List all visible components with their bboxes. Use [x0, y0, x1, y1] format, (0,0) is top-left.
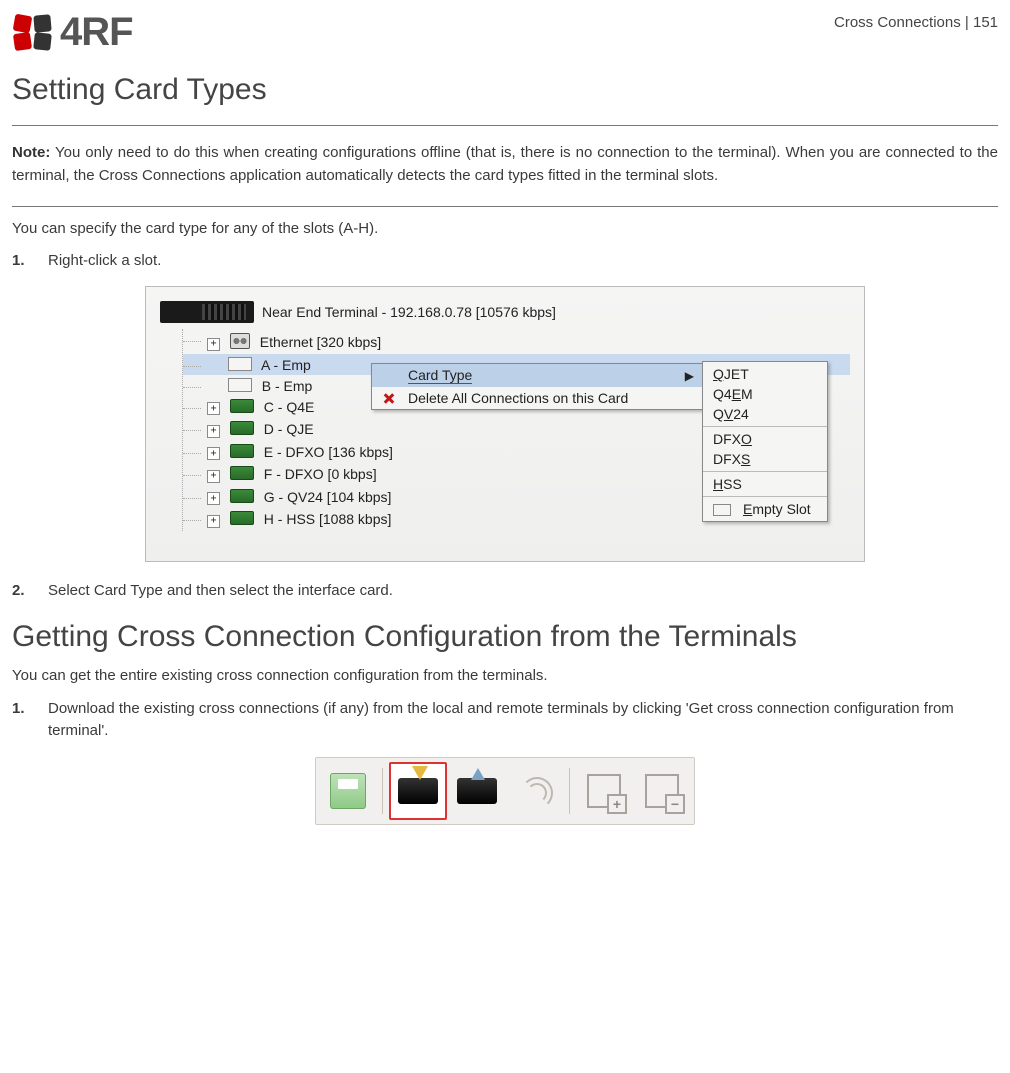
section2-step-1: 1. Download the existing cross connectio… — [12, 698, 998, 743]
submenu-label: Q4EM — [713, 386, 753, 402]
submenu-item-empty-slot[interactable]: Empty Slot — [703, 499, 827, 519]
brand-logo: 4RF — [12, 10, 133, 55]
submenu-label: QJET — [713, 366, 749, 382]
context-menu: Card Type ▶ Delete All Connections on th… — [371, 363, 703, 410]
section2-intro: You can get the entire existing cross co… — [12, 664, 998, 687]
step-number: 1. — [12, 698, 34, 743]
expand-icon[interactable]: + — [207, 515, 220, 528]
card-icon — [230, 511, 254, 525]
node-label: A - Emp — [261, 357, 311, 373]
toolbar-save-button[interactable] — [320, 763, 376, 819]
expand-icon[interactable]: + — [207, 402, 220, 415]
note-paragraph: Note: You only need to do this when crea… — [12, 141, 998, 188]
step-text: Download the existing cross connections … — [48, 698, 998, 743]
toolbar-separator — [569, 768, 570, 814]
tree-node-ethernet[interactable]: + Ethernet [320 kbps] — [183, 329, 850, 354]
submenu-label: QV24 — [713, 406, 749, 422]
node-label: F - DFXO [0 kbps] — [264, 466, 377, 482]
toolbar-get-config-button[interactable] — [389, 762, 447, 820]
page-header: 4RF Cross Connections | 151 — [12, 10, 998, 55]
toolbar-collapse-all-button[interactable] — [634, 763, 690, 819]
step-number: 1. — [12, 250, 34, 273]
expand-all-icon — [587, 774, 621, 808]
node-label: Ethernet [320 kbps] — [260, 334, 381, 350]
submenu-item-q4em[interactable]: Q4EM — [703, 384, 827, 404]
submenu-item-dfxs[interactable]: DFXS — [703, 449, 827, 469]
node-label: D - QJE — [264, 421, 314, 437]
submenu-label: Empty Slot — [743, 501, 811, 517]
submenu-item-qjet[interactable]: QJET — [703, 364, 827, 384]
step-number: 2. — [12, 580, 34, 603]
ctx-label: Card Type — [408, 367, 472, 384]
submenu-item-dfxo[interactable]: DFXO — [703, 429, 827, 449]
screenshot-panel: Near End Terminal - 192.168.0.78 [10576 … — [145, 286, 865, 562]
submenu-arrow-icon: ▶ — [685, 369, 694, 383]
toolbar-separator — [382, 768, 383, 814]
empty-slot-icon — [228, 378, 252, 392]
radio-waves-icon — [518, 774, 552, 808]
logo-mark-icon — [12, 13, 54, 53]
empty-slot-icon — [713, 504, 731, 516]
ctx-label: Delete All Connections on this Card — [408, 390, 628, 406]
node-label: H - HSS [1088 kbps] — [264, 511, 392, 527]
toolbar-expand-all-button[interactable] — [576, 763, 632, 819]
toolbar-strip — [315, 757, 695, 825]
terminal-device-icon — [160, 301, 254, 323]
tree-root[interactable]: Near End Terminal - 192.168.0.78 [10576 … — [160, 301, 850, 323]
step-text: Select Card Type and then select the int… — [48, 580, 393, 603]
divider — [12, 125, 998, 126]
section-title-getting-config: Getting Cross Connection Configuration f… — [12, 620, 998, 654]
submenu-item-qv24[interactable]: QV24 — [703, 404, 827, 424]
expand-icon[interactable]: + — [207, 447, 220, 460]
step-2: 2. Select Card Type and then select the … — [12, 580, 998, 603]
expand-icon[interactable]: + — [207, 470, 220, 483]
card-icon — [230, 466, 254, 480]
card-type-submenu: QJET Q4EM QV24 DFXO DFXS HSS Empty Slot — [702, 361, 828, 522]
expand-icon[interactable]: + — [207, 425, 220, 438]
card-icon — [230, 399, 254, 413]
node-label: C - Q4E — [264, 399, 315, 415]
note-label: Note: — [12, 144, 50, 161]
delete-icon — [381, 390, 397, 406]
empty-slot-icon — [228, 357, 252, 371]
submenu-label: DFXO — [713, 431, 752, 447]
submenu-label: DFXS — [713, 451, 750, 467]
divider — [12, 206, 998, 207]
submenu-item-hss[interactable]: HSS — [703, 474, 827, 494]
expand-icon[interactable]: + — [207, 338, 220, 351]
node-label: G - QV24 [104 kbps] — [264, 489, 392, 505]
step-1: 1. Right-click a slot. — [12, 250, 998, 273]
upload-to-terminal-icon — [457, 778, 497, 804]
step-text: Right-click a slot. — [48, 250, 161, 273]
note-text: You only need to do this when creating c… — [12, 144, 998, 184]
node-label: B - Emp — [262, 378, 313, 394]
tree-root-label: Near End Terminal - 192.168.0.78 [10576 … — [262, 304, 556, 320]
ctx-item-delete-all[interactable]: Delete All Connections on this Card — [372, 387, 702, 409]
logo-text: 4RF — [60, 10, 133, 55]
card-icon — [230, 489, 254, 503]
download-from-terminal-icon — [398, 778, 438, 804]
toolbar-radio-button[interactable] — [507, 763, 563, 819]
submenu-label: HSS — [713, 476, 742, 492]
save-icon — [330, 773, 366, 809]
card-icon — [230, 421, 254, 435]
card-icon — [230, 444, 254, 458]
expand-icon[interactable]: + — [207, 492, 220, 505]
section-title-setting-card-types: Setting Card Types — [12, 73, 998, 107]
node-label: E - DFXO [136 kbps] — [264, 444, 393, 460]
ethernet-icon — [230, 333, 250, 349]
toolbar-send-config-button[interactable] — [449, 763, 505, 819]
collapse-all-icon — [645, 774, 679, 808]
ctx-item-card-type[interactable]: Card Type ▶ — [372, 364, 702, 387]
running-head: Cross Connections | 151 — [834, 10, 998, 31]
intro-text: You can specify the card type for any of… — [12, 217, 998, 240]
